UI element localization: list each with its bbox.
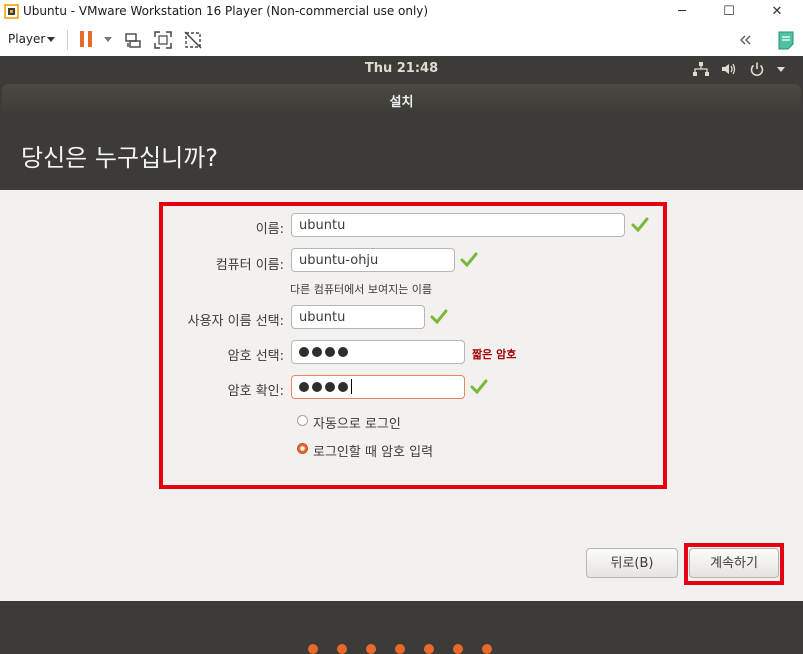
- power-menu-caret-icon[interactable]: [777, 67, 785, 72]
- check-icon: [430, 309, 448, 325]
- pause-menu-caret-icon[interactable]: [104, 37, 112, 42]
- password-label: 암호 선택:: [227, 349, 284, 364]
- page-heading: 당신은 누구십니까?: [21, 144, 219, 172]
- password-mask-dot: [299, 347, 309, 357]
- unity-icon[interactable]: [182, 29, 204, 51]
- panel-clock[interactable]: Thu 21:48: [0, 61, 803, 76]
- check-icon: [460, 252, 478, 268]
- collapse-toolbar-icon[interactable]: [735, 29, 757, 51]
- password-mask-dot: [338, 382, 348, 392]
- player-menu-caret-icon[interactable]: [47, 37, 55, 42]
- maximize-button[interactable]: ☐: [718, 2, 740, 22]
- password-mask-dot: [312, 382, 322, 392]
- confirm-password-label: 암호 확인:: [227, 384, 284, 399]
- check-icon: [470, 379, 488, 395]
- password-mask-dot: [325, 382, 335, 392]
- auto-login-label[interactable]: 자동으로 로그인: [313, 413, 401, 432]
- progress-dot: [424, 644, 434, 654]
- computer-name-label: 컴퓨터 이름:: [215, 258, 284, 273]
- close-button[interactable]: ✕: [766, 2, 788, 22]
- fit-guest-icon[interactable]: [152, 29, 174, 51]
- confirm-password-input[interactable]: [291, 375, 465, 399]
- player-menu-button[interactable]: Player: [8, 32, 45, 46]
- progress-dot: [308, 644, 318, 654]
- progress-dot: [366, 644, 376, 654]
- toolbar-divider: [67, 30, 68, 50]
- pause-icon[interactable]: [80, 31, 84, 47]
- require-password-radio[interactable]: [297, 443, 308, 454]
- message-log-icon[interactable]: [775, 29, 797, 51]
- password-mask-dot: [312, 347, 322, 357]
- volume-icon[interactable]: [720, 61, 738, 77]
- back-button[interactable]: 뒤로(B): [586, 548, 678, 578]
- progress-dot: [395, 644, 405, 654]
- minimize-button[interactable]: ─: [671, 2, 693, 22]
- computer-name-hint: 다른 컴퓨터에서 보여지는 이름: [290, 283, 433, 296]
- password-mask-dot: [338, 347, 348, 357]
- username-label: 사용자 이름 선택:: [187, 314, 284, 329]
- continue-highlight-box: [684, 543, 784, 585]
- username-input[interactable]: ubuntu: [291, 305, 425, 329]
- network-icon[interactable]: [692, 61, 710, 77]
- password-mask-dot: [325, 347, 335, 357]
- require-password-label[interactable]: 로그인할 때 암호 입력: [313, 441, 433, 460]
- check-icon: [631, 217, 649, 233]
- pause-icon-bar[interactable]: [88, 31, 92, 47]
- name-input[interactable]: ubuntu: [291, 213, 625, 237]
- progress-dot: [482, 644, 492, 654]
- window-title: Ubuntu - VMware Workstation 16 Player (N…: [23, 4, 429, 18]
- vmware-app-icon: [4, 4, 19, 19]
- computer-name-input[interactable]: ubuntu-ohju: [291, 248, 455, 272]
- send-ctrl-alt-del-icon[interactable]: [122, 29, 144, 51]
- text-cursor: [351, 379, 352, 394]
- player-toolbar: [0, 24, 803, 57]
- progress-dot: [337, 644, 347, 654]
- name-label: 이름:: [255, 222, 284, 237]
- dialog-title: 설치: [389, 95, 414, 110]
- password-strength-text: 짧은 암호: [472, 348, 517, 361]
- auto-login-radio[interactable]: [297, 415, 308, 426]
- password-mask-dot: [299, 382, 309, 392]
- progress-dot: [453, 644, 463, 654]
- password-input[interactable]: [291, 340, 465, 364]
- power-icon[interactable]: [748, 61, 766, 77]
